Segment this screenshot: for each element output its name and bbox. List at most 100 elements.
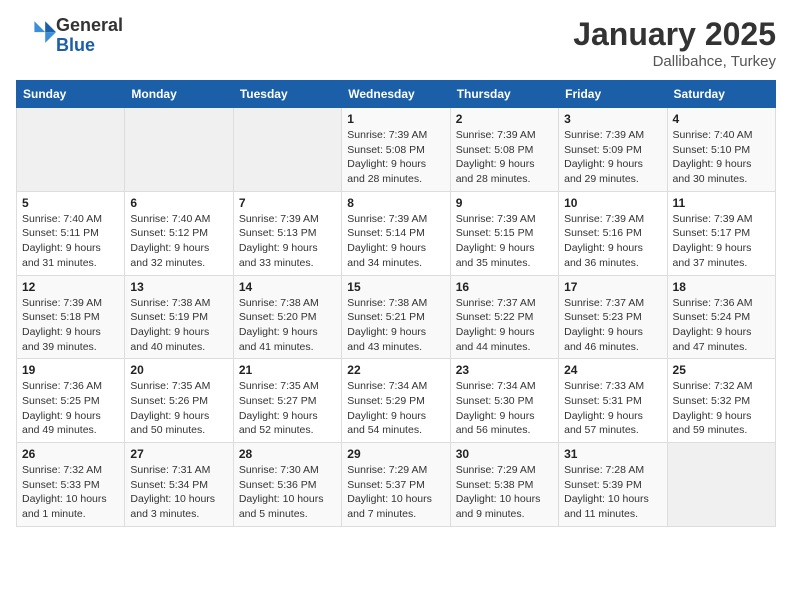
calendar-cell: 29 Sunrise: 7:29 AMSunset: 5:37 PMDayligh… — [342, 443, 450, 527]
day-info: Sunrise: 7:36 AMSunset: 5:24 PMDaylight:… — [673, 296, 770, 355]
logo-icon — [20, 19, 56, 47]
calendar-cell: 17 Sunrise: 7:37 AMSunset: 5:23 PMDayligh… — [559, 275, 667, 359]
calendar-cell: 24 Sunrise: 7:33 AMSunset: 5:31 PMDayligh… — [559, 359, 667, 443]
day-info: Sunrise: 7:40 AMSunset: 5:11 PMDaylight:… — [22, 212, 119, 271]
day-info: Sunrise: 7:40 AMSunset: 5:10 PMDaylight:… — [673, 128, 770, 187]
day-info: Sunrise: 7:32 AMSunset: 5:32 PMDaylight:… — [673, 379, 770, 438]
day-number: 3 — [564, 112, 661, 126]
logo: General Blue — [16, 16, 123, 56]
day-number: 6 — [130, 196, 227, 210]
day-info: Sunrise: 7:39 AMSunset: 5:08 PMDaylight:… — [456, 128, 553, 187]
day-number: 15 — [347, 280, 444, 294]
calendar-cell: 9 Sunrise: 7:39 AMSunset: 5:15 PMDaylight… — [450, 191, 558, 275]
calendar-cell — [17, 108, 125, 192]
day-number: 4 — [673, 112, 770, 126]
day-number: 23 — [456, 363, 553, 377]
day-info: Sunrise: 7:34 AMSunset: 5:29 PMDaylight:… — [347, 379, 444, 438]
day-number: 7 — [239, 196, 336, 210]
calendar-cell: 12 Sunrise: 7:39 AMSunset: 5:18 PMDayligh… — [17, 275, 125, 359]
day-number: 17 — [564, 280, 661, 294]
day-number: 10 — [564, 196, 661, 210]
weekday-header: Wednesday — [342, 81, 450, 108]
day-number: 29 — [347, 447, 444, 461]
day-number: 9 — [456, 196, 553, 210]
calendar-cell: 20 Sunrise: 7:35 AMSunset: 5:26 PMDayligh… — [125, 359, 233, 443]
calendar-cell: 1 Sunrise: 7:39 AMSunset: 5:08 PMDaylight… — [342, 108, 450, 192]
day-info: Sunrise: 7:28 AMSunset: 5:39 PMDaylight:… — [564, 463, 661, 522]
page-header: General Blue January 2025 Dallibahce, Tu… — [16, 16, 776, 70]
day-info: Sunrise: 7:39 AMSunset: 5:16 PMDaylight:… — [564, 212, 661, 271]
day-number: 22 — [347, 363, 444, 377]
day-info: Sunrise: 7:39 AMSunset: 5:08 PMDaylight:… — [347, 128, 444, 187]
calendar-cell: 2 Sunrise: 7:39 AMSunset: 5:08 PMDaylight… — [450, 108, 558, 192]
calendar-cell: 10 Sunrise: 7:39 AMSunset: 5:16 PMDayligh… — [559, 191, 667, 275]
calendar-week-row: 26 Sunrise: 7:32 AMSunset: 5:33 PMDayligh… — [17, 443, 776, 527]
day-number: 13 — [130, 280, 227, 294]
calendar-cell: 21Sunrise: 7:35 AMSunset: 5:27 PMDayligh… — [233, 359, 341, 443]
day-info: Sunrise: 7:39 AMSunset: 5:18 PMDaylight:… — [22, 296, 119, 355]
weekday-header: Monday — [125, 81, 233, 108]
calendar-cell: 6 Sunrise: 7:40 AMSunset: 5:12 PMDaylight… — [125, 191, 233, 275]
weekday-header: Thursday — [450, 81, 558, 108]
day-info: Sunrise: 7:33 AMSunset: 5:31 PMDaylight:… — [564, 379, 661, 438]
calendar-week-row: 1 Sunrise: 7:39 AMSunset: 5:08 PMDaylight… — [17, 108, 776, 192]
calendar-header-row: SundayMondayTuesdayWednesdayThursdayFrid… — [17, 81, 776, 108]
day-number: 1 — [347, 112, 444, 126]
day-number: 25 — [673, 363, 770, 377]
calendar-cell: 3Sunrise: 7:39 AMSunset: 5:09 PMDaylight… — [559, 108, 667, 192]
day-info: Sunrise: 7:29 AMSunset: 5:37 PMDaylight:… — [347, 463, 444, 522]
logo-text-general: General — [56, 16, 123, 36]
calendar-week-row: 12 Sunrise: 7:39 AMSunset: 5:18 PMDayligh… — [17, 275, 776, 359]
calendar-cell: 5 Sunrise: 7:40 AMSunset: 5:11 PMDaylight… — [17, 191, 125, 275]
day-number: 8 — [347, 196, 444, 210]
day-info: Sunrise: 7:31 AMSunset: 5:34 PMDaylight:… — [130, 463, 227, 522]
calendar-cell — [233, 108, 341, 192]
calendar-cell: 11 Sunrise: 7:39 AMSunset: 5:17 PMDayligh… — [667, 191, 775, 275]
day-info: Sunrise: 7:38 AMSunset: 5:21 PMDaylight:… — [347, 296, 444, 355]
calendar-cell: 26 Sunrise: 7:32 AMSunset: 5:33 PMDayligh… — [17, 443, 125, 527]
day-number: 31 — [564, 447, 661, 461]
calendar-cell: 13Sunrise: 7:38 AMSunset: 5:19 PMDayligh… — [125, 275, 233, 359]
calendar-cell: 28 Sunrise: 7:30 AMSunset: 5:36 PMDayligh… — [233, 443, 341, 527]
day-number: 16 — [456, 280, 553, 294]
calendar-cell — [667, 443, 775, 527]
calendar-cell: 31 Sunrise: 7:28 AMSunset: 5:39 PMDayligh… — [559, 443, 667, 527]
day-number: 21 — [239, 363, 336, 377]
calendar-week-row: 5 Sunrise: 7:40 AMSunset: 5:11 PMDaylight… — [17, 191, 776, 275]
logo-text-blue: Blue — [56, 36, 123, 56]
calendar-cell: 7Sunrise: 7:39 AMSunset: 5:13 PMDaylight… — [233, 191, 341, 275]
day-info: Sunrise: 7:29 AMSunset: 5:38 PMDaylight:… — [456, 463, 553, 522]
day-number: 5 — [22, 196, 119, 210]
calendar-cell: 30Sunrise: 7:29 AMSunset: 5:38 PMDayligh… — [450, 443, 558, 527]
day-info: Sunrise: 7:38 AMSunset: 5:20 PMDaylight:… — [239, 296, 336, 355]
calendar-cell: 8 Sunrise: 7:39 AMSunset: 5:14 PMDaylight… — [342, 191, 450, 275]
day-info: Sunrise: 7:34 AMSunset: 5:30 PMDaylight:… — [456, 379, 553, 438]
calendar-table: SundayMondayTuesdayWednesdayThursdayFrid… — [16, 80, 776, 527]
day-info: Sunrise: 7:32 AMSunset: 5:33 PMDaylight:… — [22, 463, 119, 522]
day-number: 24 — [564, 363, 661, 377]
month-title: January 2025 — [573, 16, 776, 53]
calendar-cell: 16 Sunrise: 7:37 AMSunset: 5:22 PMDayligh… — [450, 275, 558, 359]
calendar-cell: 23 Sunrise: 7:34 AMSunset: 5:30 PMDayligh… — [450, 359, 558, 443]
day-number: 20 — [130, 363, 227, 377]
day-info: Sunrise: 7:39 AMSunset: 5:17 PMDaylight:… — [673, 212, 770, 271]
day-number: 2 — [456, 112, 553, 126]
calendar-cell — [125, 108, 233, 192]
calendar-cell: 18Sunrise: 7:36 AMSunset: 5:24 PMDayligh… — [667, 275, 775, 359]
calendar-week-row: 19Sunrise: 7:36 AMSunset: 5:25 PMDayligh… — [17, 359, 776, 443]
day-number: 28 — [239, 447, 336, 461]
day-number: 26 — [22, 447, 119, 461]
day-info: Sunrise: 7:37 AMSunset: 5:23 PMDaylight:… — [564, 296, 661, 355]
day-info: Sunrise: 7:36 AMSunset: 5:25 PMDaylight:… — [22, 379, 119, 438]
day-info: Sunrise: 7:39 AMSunset: 5:14 PMDaylight:… — [347, 212, 444, 271]
title-block: January 2025 Dallibahce, Turkey — [573, 16, 776, 70]
day-info: Sunrise: 7:35 AMSunset: 5:26 PMDaylight:… — [130, 379, 227, 438]
calendar-cell: 14Sunrise: 7:38 AMSunset: 5:20 PMDayligh… — [233, 275, 341, 359]
day-number: 11 — [673, 196, 770, 210]
day-info: Sunrise: 7:39 AMSunset: 5:15 PMDaylight:… — [456, 212, 553, 271]
day-number: 12 — [22, 280, 119, 294]
day-info: Sunrise: 7:30 AMSunset: 5:36 PMDaylight:… — [239, 463, 336, 522]
day-number: 27 — [130, 447, 227, 461]
day-info: Sunrise: 7:40 AMSunset: 5:12 PMDaylight:… — [130, 212, 227, 271]
day-info: Sunrise: 7:37 AMSunset: 5:22 PMDaylight:… — [456, 296, 553, 355]
